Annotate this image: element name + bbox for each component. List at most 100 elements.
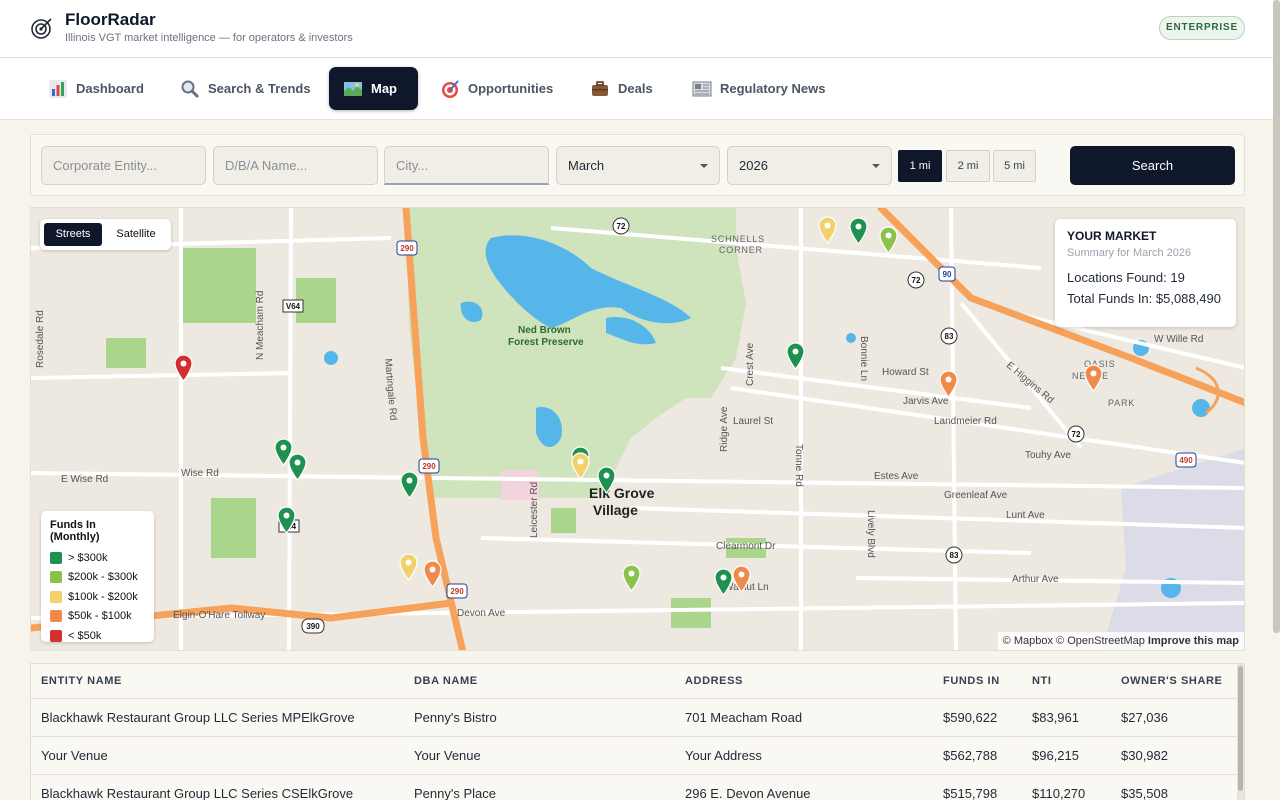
map-label: W Wille Rd [1154,334,1204,345]
map-label: Elgin-O'Hare Tollway [173,610,266,621]
svg-text:72: 72 [1072,430,1081,439]
svg-text:90: 90 [943,270,952,279]
location-pin-icon[interactable] [399,471,419,499]
map-label: SCHNELLS [711,234,765,244]
improve-map-link[interactable]: Improve this map [1148,635,1239,647]
radar-logo-icon [31,18,52,39]
cell-dba: Your Venue [414,748,481,763]
tab-opportunities[interactable]: Opportunities [426,67,567,110]
cell-nti: $83,961 [1032,710,1079,725]
location-pin-icon[interactable] [173,354,193,382]
legend-swatch [50,551,62,564]
tab-label: Search & Trends [208,81,311,96]
legend-item: $100k - $200k [50,587,145,607]
cell-funds-in: $590,622 [943,710,998,725]
map-label: Wise Rd [181,468,219,479]
svg-text:290: 290 [450,587,464,596]
main-nav: Dashboard Search & Trends Map Opportunit… [0,58,1280,120]
plan-badge: ENTERPRISE [1159,16,1245,40]
page-scrollbar[interactable] [1273,0,1280,633]
tab-dashboard[interactable]: Dashboard [34,67,158,110]
legend-item: < $50k [50,626,145,646]
location-pin-icon[interactable] [570,452,590,480]
map-label: E Wise Rd [61,474,109,485]
map-label: Laurel St [733,416,774,427]
cell-owners-share: $35,508 [1121,786,1168,800]
location-pin-icon[interactable] [817,216,837,244]
month-select[interactable]: March [556,146,720,185]
legend-item: $200k - $300k [50,568,145,588]
table-row[interactable]: Blackhawk Restaurant Group LLC Series MP… [31,699,1238,737]
table-scrollbar[interactable] [1237,664,1244,800]
cell-nti: $96,215 [1032,748,1079,763]
legend-label: < $50k [68,629,102,642]
cell-entity: Your Venue [41,748,108,763]
tab-deals[interactable]: Deals [576,67,667,110]
location-pin-icon[interactable] [422,560,442,588]
svg-text:72: 72 [912,276,921,285]
year-select[interactable]: 2026 [727,146,892,185]
location-pin-icon[interactable] [287,453,307,481]
osm-attribution-link[interactable]: © OpenStreetMap [1056,635,1145,647]
cell-owners-share: $30,982 [1121,748,1168,763]
radius-1mi-button[interactable]: 1 mi [898,150,942,182]
map-label: Ridge Ave [719,406,730,452]
map-label: Estes Ave [874,471,919,482]
tab-map[interactable]: Map [329,67,418,110]
map-view-toggle: Streets Satellite [40,219,171,250]
year-select-value: 2026 [739,158,768,173]
column-header-entity[interactable]: ENTITY NAME [41,664,122,699]
mapbox-attribution-link[interactable]: © Mapbox [1003,635,1053,647]
streets-view-button[interactable]: Streets [44,223,102,246]
cell-address: 701 Meacham Road [685,710,803,725]
table-row[interactable]: Your Venue Your Venue Your Address $562,… [31,737,1238,775]
location-pin-icon[interactable] [785,342,805,370]
corporate-entity-input[interactable] [41,146,206,185]
svg-text:V64: V64 [286,302,301,311]
table-row[interactable]: Blackhawk Restaurant Group LLC Series CS… [31,775,1238,800]
tab-regulatory-news[interactable]: Regulatory News [678,67,839,110]
column-header-funds-in[interactable]: FUNDS IN [943,664,1000,699]
map-label: Devon Ave [457,608,506,619]
svg-text:490: 490 [1179,456,1193,465]
filter-bar: March 2026 1 mi 2 mi 5 mi Search [30,134,1245,196]
map-label: Lunt Ave [1006,510,1045,521]
location-pin-icon[interactable] [848,217,868,245]
column-header-nti[interactable]: NTI [1032,664,1052,699]
tab-search-trends[interactable]: Search & Trends [166,67,325,110]
radius-2mi-button[interactable]: 2 mi [946,150,990,182]
magnifier-icon [181,80,200,98]
city-input[interactable] [384,146,549,185]
legend-label: $100k - $200k [68,590,138,603]
location-pin-icon[interactable] [878,226,898,254]
column-header-owners-share[interactable]: OWNER'S SHARE [1121,664,1222,699]
app-brand: FloorRadar [65,10,156,29]
satellite-view-button[interactable]: Satellite [106,223,166,246]
dba-name-input[interactable] [213,146,378,185]
map-label: Crest Ave [745,342,756,386]
search-button[interactable]: Search [1070,146,1235,185]
app-tagline: Illinois VGT market intelligence — for o… [65,32,353,44]
legend-label: $50k - $100k [68,610,132,623]
location-pin-icon[interactable] [596,466,616,494]
map-label: CORNER [719,245,763,255]
cell-funds-in: $515,798 [943,786,998,800]
location-pin-icon[interactable] [713,568,733,596]
location-pin-icon[interactable] [1083,364,1103,392]
location-pin-icon[interactable] [276,506,296,534]
map-label: Greenleaf Ave [944,490,1008,501]
radius-5mi-button[interactable]: 5 mi [993,150,1036,182]
location-pin-icon[interactable] [731,565,751,593]
map-label: Touhy Ave [1025,450,1071,461]
table-header: ENTITY NAME DBA NAME ADDRESS FUNDS IN NT… [31,664,1238,699]
column-header-dba[interactable]: DBA NAME [414,664,478,699]
tab-label: Opportunities [468,81,554,96]
location-pin-icon[interactable] [621,564,641,592]
market-map[interactable]: 72 72 72 83 83 390 290 290 290 490 90 V6… [30,207,1245,651]
table-scrollbar-thumb[interactable] [1238,666,1243,791]
location-pin-icon[interactable] [938,370,958,398]
tab-label: Regulatory News [720,81,826,96]
location-pin-icon[interactable] [398,553,418,581]
chevron-down-icon [700,164,708,168]
column-header-address[interactable]: ADDRESS [685,664,743,699]
